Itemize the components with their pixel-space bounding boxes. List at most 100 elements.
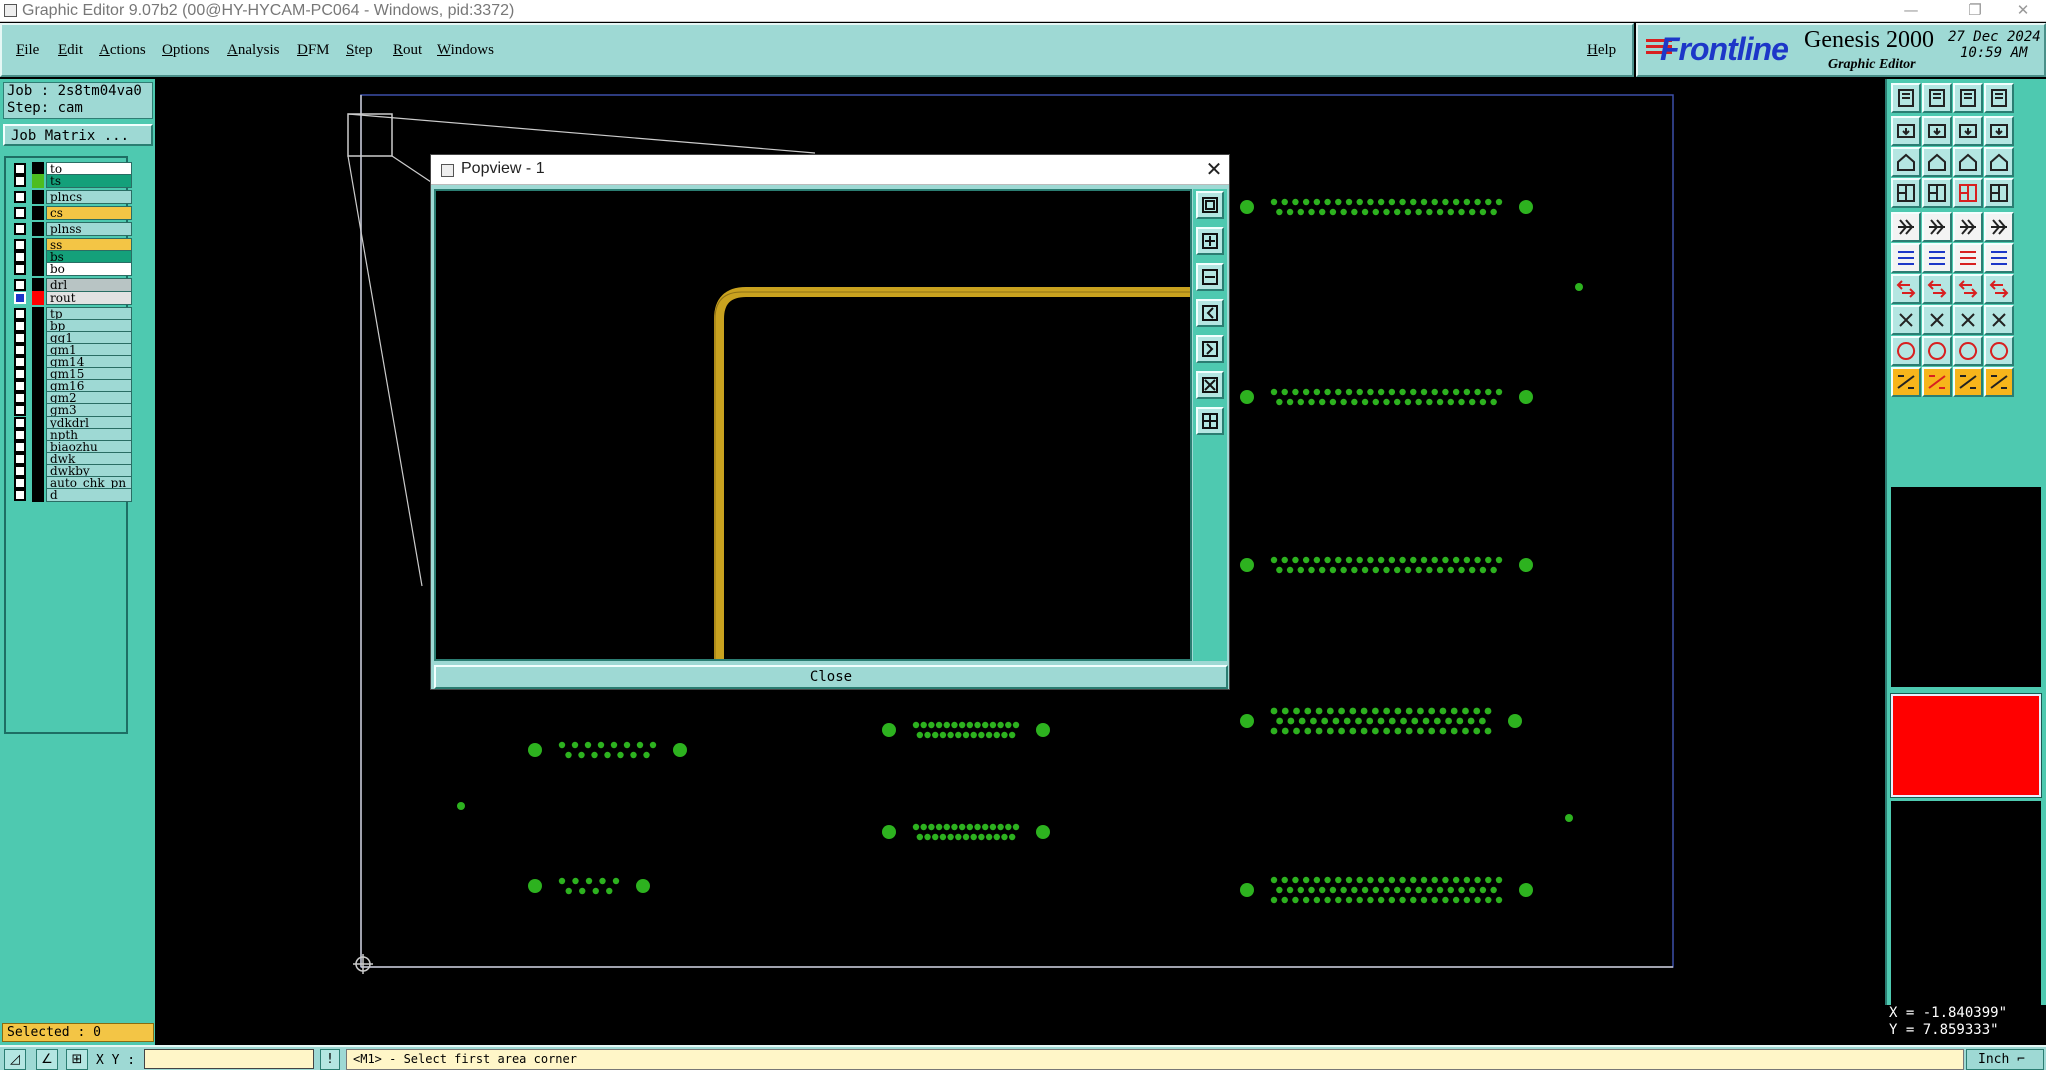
move-blue-icon[interactable] [1984, 243, 2014, 273]
select-icon[interactable] [1891, 367, 1921, 397]
menu-file[interactable]: File [16, 42, 39, 59]
layer-name[interactable]: rout [46, 291, 132, 305]
message-button[interactable]: ! [320, 1049, 340, 1070]
layer-checkbox[interactable] [14, 279, 26, 291]
layer-checkbox[interactable] [14, 191, 26, 203]
popview-close-button[interactable]: Close [434, 665, 1228, 689]
open-job-icon[interactable] [1891, 83, 1921, 113]
layer-checkbox[interactable] [14, 175, 26, 187]
save-icon[interactable] [1922, 83, 1952, 113]
zoom-fit-icon[interactable] [1891, 147, 1921, 177]
fork-icon[interactable] [1984, 274, 2014, 304]
layer-row-d[interactable]: d [10, 488, 132, 502]
triangle-c-icon[interactable] [1984, 336, 2014, 366]
layer-checkbox[interactable] [14, 223, 26, 235]
layer-row-plncs[interactable]: plncs [10, 190, 132, 204]
route-icon[interactable] [1891, 178, 1921, 208]
select-path-icon[interactable] [1984, 367, 2014, 397]
pv-zoom-in-icon[interactable] [1196, 227, 1224, 255]
pad-add-icon[interactable] [1891, 212, 1921, 242]
layer-row-bo[interactable]: bo [10, 262, 132, 276]
line-add-icon[interactable] [1922, 212, 1952, 242]
restore-button[interactable]: ❐ [1952, 0, 1998, 22]
zoom-home-icon[interactable] [1922, 147, 1952, 177]
layer-checkbox[interactable] [14, 263, 26, 275]
pv-pan-right-icon[interactable] [1196, 335, 1224, 363]
close-button[interactable]: ✕ [2000, 0, 2046, 22]
home-icon[interactable] [1953, 83, 1983, 113]
select-red-icon[interactable] [1922, 367, 1952, 397]
layer-row-gm3[interactable]: gm3 [10, 403, 132, 417]
layout-icon[interactable] [1984, 83, 2014, 113]
angle-icon[interactable]: ∠ [36, 1049, 58, 1070]
minimize-button[interactable]: — [1888, 0, 1934, 22]
layer-row-ts[interactable]: ts [10, 174, 132, 188]
job-matrix-button[interactable]: Job Matrix ... [3, 124, 153, 146]
menu-actions[interactable]: Actions [99, 42, 146, 59]
select-box-icon[interactable] [1953, 367, 1983, 397]
layer-name[interactable]: bo [46, 262, 132, 276]
menu-step[interactable]: Step [346, 42, 373, 59]
popview-titlebar[interactable]: Popview - 1 ✕ [431, 155, 1229, 185]
triangle-b-icon[interactable] [1953, 336, 1983, 366]
connect-icon[interactable] [1891, 243, 1921, 273]
window-titlebar[interactable]: Graphic Editor 9.07b2 (00@HY-HYCAM-PC064… [0, 0, 2046, 22]
swap-icon[interactable] [1953, 116, 1983, 146]
layer-row-cs[interactable]: cs [10, 206, 132, 220]
pv-zoom-window-icon[interactable] [1196, 191, 1224, 219]
layer-checkbox[interactable] [14, 292, 26, 304]
grid-toggle-icon[interactable] [1922, 178, 1952, 208]
menu-edit[interactable]: Edit [58, 42, 83, 59]
xy-input[interactable] [144, 1049, 314, 1069]
dash-line-icon[interactable] [1953, 212, 1983, 242]
layer-name[interactable]: plncs [46, 190, 132, 204]
menu-options[interactable]: Options [162, 42, 210, 59]
layer-checkbox[interactable] [14, 404, 26, 416]
triangle-a-icon[interactable] [1922, 336, 1952, 366]
layer-checkbox[interactable] [14, 207, 26, 219]
layer-checkbox[interactable] [14, 489, 26, 501]
pv-center-icon[interactable] [1196, 407, 1224, 435]
layer-name[interactable]: cs [46, 206, 132, 220]
layer-name[interactable]: ts [46, 174, 132, 188]
move-red-icon[interactable] [1953, 243, 1983, 273]
menu-windows[interactable]: Windows [437, 42, 494, 59]
pv-pan-left-icon[interactable] [1196, 299, 1224, 327]
active-layer-swatch[interactable] [1890, 693, 2042, 798]
export-icon[interactable] [1922, 116, 1952, 146]
menu-dfm[interactable]: DFM [297, 42, 330, 59]
circle-icon[interactable] [1984, 212, 2014, 242]
import-icon[interactable] [1891, 116, 1921, 146]
line-red-icon[interactable] [1922, 274, 1952, 304]
snap-icon[interactable]: ◿ [4, 1049, 26, 1070]
triangle-red-icon[interactable] [1891, 336, 1921, 366]
units-selector[interactable]: Inch ⌐ [1966, 1049, 2044, 1070]
layer-row-rout[interactable]: rout [10, 291, 132, 305]
pv-fit-icon[interactable] [1196, 371, 1224, 399]
menu-help[interactable]: Help [1587, 42, 1616, 59]
scale-icon[interactable] [1953, 147, 1983, 177]
layer-name[interactable]: drl [46, 278, 132, 292]
popview-canvas[interactable] [434, 189, 1192, 661]
grid-icon[interactable]: ⊞ [66, 1049, 88, 1070]
copy-icon[interactable] [1891, 305, 1921, 335]
layer-name[interactable]: plnss [46, 222, 132, 236]
help-icon[interactable] [1984, 147, 2014, 177]
layers-red-icon[interactable] [1953, 178, 1983, 208]
net-icon[interactable] [1922, 243, 1952, 273]
layer-row-drl[interactable]: drl [10, 278, 132, 292]
measure-icon[interactable] [1953, 305, 1983, 335]
popview-close-x-button[interactable]: ✕ [1201, 157, 1227, 183]
array-icon[interactable] [1984, 305, 2014, 335]
pv-zoom-out-icon[interactable] [1196, 263, 1224, 291]
arc-icon[interactable] [1953, 274, 1983, 304]
layer-name[interactable]: d [46, 488, 132, 502]
step-icon[interactable] [1984, 116, 2014, 146]
layers-blue-icon[interactable] [1984, 178, 2014, 208]
menu-rout[interactable]: Rout [393, 42, 422, 59]
layer-name[interactable]: gm3 [46, 403, 132, 417]
menu-analysis[interactable]: Analysis [227, 42, 280, 59]
angle-icon[interactable] [1891, 274, 1921, 304]
minus-icon[interactable] [1922, 305, 1952, 335]
layer-row-plnss[interactable]: plnss [10, 222, 132, 236]
